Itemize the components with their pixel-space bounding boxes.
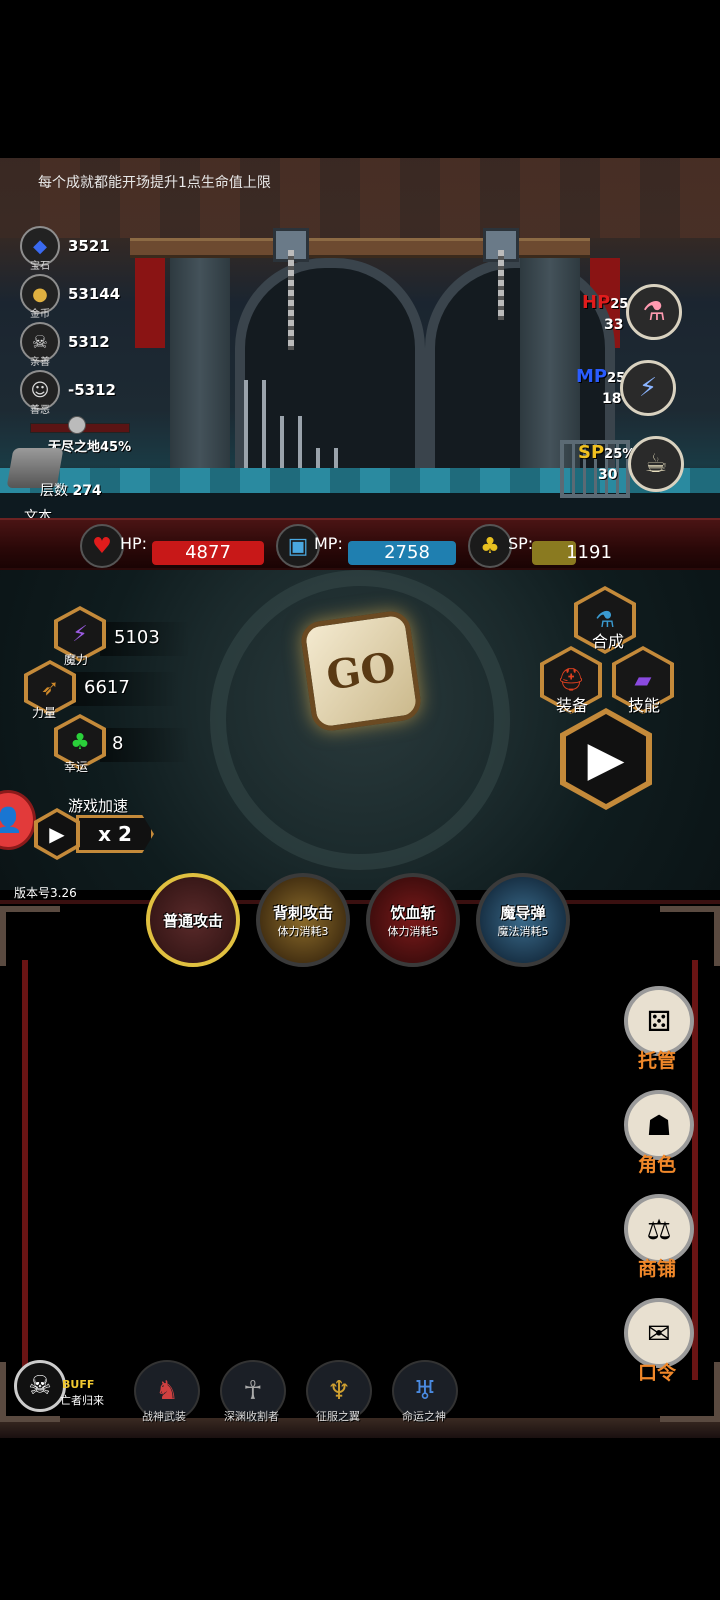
shop-icon: ⚖ <box>646 1212 672 1246</box>
code-label: 口令 <box>638 1362 677 1384</box>
skill-name: 魔导弹 <box>500 903 546 922</box>
equipment-name: 深渊收割者 <box>224 1410 279 1423</box>
panel-frame-bottom <box>0 1418 720 1438</box>
buff-skull-icon[interactable]: ☠ <box>14 1360 66 1412</box>
mp-value: 2758 <box>384 542 430 563</box>
speed-value[interactable]: x 2 <box>76 815 154 853</box>
play-icon: ▶ <box>38 812 76 856</box>
coin-icon: ● 金币 <box>20 274 60 320</box>
magic-label: 魔力 <box>64 653 89 667</box>
battle-log-panel <box>0 900 720 1440</box>
equipment-name: 命运之神 <box>402 1410 446 1423</box>
character-label: 角色 <box>638 1154 677 1176</box>
scene-chain <box>498 250 504 320</box>
heart-icon: ♥ <box>80 524 124 568</box>
muscle-icon: ♣ <box>468 524 512 568</box>
buff-title: BUFF <box>62 1378 95 1391</box>
skill-normal-attack[interactable]: 普通攻击 <box>146 873 240 967</box>
knight-icon: ♞ <box>155 1376 179 1406</box>
hood-icon: ☗ <box>646 1108 672 1142</box>
equipment-name: 战神武装 <box>142 1410 186 1423</box>
speed-label: 游戏加速 <box>68 797 129 815</box>
skill-name: 背刺攻击 <box>272 903 333 922</box>
strength-value: 6617 <box>84 677 130 698</box>
skill-backstab[interactable]: 背刺攻击 体力消耗3 <box>256 873 350 967</box>
frame-corner <box>0 906 60 966</box>
skill-cost: 魔法消耗5 <box>497 924 549 938</box>
scroll-icon: ✉ <box>647 1316 671 1350</box>
sp-potion-count: 30 <box>598 467 618 483</box>
skill-cost: 体力消耗5 <box>387 924 439 938</box>
kindness-value: 5312 <box>68 333 110 351</box>
wings-icon: ♆ <box>327 1376 351 1406</box>
sp-value: 1191 <box>566 542 612 563</box>
spike <box>262 380 266 480</box>
food-icon: ☕ <box>644 449 668 479</box>
layer-count: 层数 274 <box>40 483 102 499</box>
skill-magic-missile[interactable]: 魔导弹 魔法消耗5 <box>476 873 570 967</box>
tip-text: 每个成就都能开场提升1点生命值上限 <box>38 175 271 191</box>
dice-label: GO <box>323 642 399 700</box>
gem-icon: ◆ 宝石 <box>20 226 60 272</box>
frame-corner <box>660 906 720 966</box>
karma-value: -5312 <box>68 381 116 399</box>
fate-icon: ♅ <box>413 1376 437 1406</box>
sp-label: SP: <box>508 534 534 553</box>
skill-name: 普通攻击 <box>162 911 223 930</box>
magic-value: 5103 <box>114 627 160 648</box>
resource-karma[interactable]: ☺ 善恶 -5312 <box>20 370 116 416</box>
resource-kindness[interactable]: ☠ 亲善 5312 <box>20 322 110 368</box>
mp-potion-count: 18 <box>602 391 622 407</box>
hp-label: HP: <box>120 534 148 553</box>
gem-value: 3521 <box>68 237 110 255</box>
spike <box>244 380 248 480</box>
potion-icon: ⚡ <box>638 373 658 403</box>
reaper-icon: ☥ <box>243 1376 263 1406</box>
sp-food-button[interactable]: ☕ <box>628 436 684 492</box>
shop-label: 商铺 <box>638 1258 677 1280</box>
skull-icon <box>68 416 86 434</box>
skull-icon: ☠ 亲善 <box>20 322 60 368</box>
version-label: 版本号3.26 <box>14 886 77 900</box>
dice-icon: ⚄ <box>646 1004 672 1038</box>
hp-value: 4877 <box>185 542 231 563</box>
skill-label: 技能 <box>628 696 661 715</box>
game-screen: 每个成就都能开场提升1点生命值上限 ◆ 宝石 3521 ● 金币 53144 ☠ 亲善… <box>0 0 720 1600</box>
skill-blood-slash[interactable]: 饮血斩 体力消耗5 <box>366 873 460 967</box>
hp-potion-count: 33 <box>604 317 624 333</box>
go-dice-button[interactable]: GO <box>298 608 424 734</box>
hp-potion-button[interactable]: ⚗ <box>626 284 682 340</box>
skill-name: 饮血斩 <box>390 903 436 922</box>
luck-value: 8 <box>112 733 124 754</box>
sp-potion-label: SP25% <box>578 442 636 463</box>
skill-cost: 体力消耗3 <box>277 924 329 938</box>
coin-value: 53144 <box>68 285 121 303</box>
scene-pillar <box>170 258 230 498</box>
potion-icon: ⚗ <box>642 297 666 327</box>
resource-gem[interactable]: ◆ 宝石 3521 <box>20 226 110 272</box>
mp-potion-button[interactable]: ⚡ <box>620 360 676 416</box>
luck-label: 幸运 <box>64 760 89 774</box>
buff-name: 亡者归来 <box>60 1394 104 1407</box>
scene-banner <box>135 258 165 348</box>
equip-label: 装备 <box>556 696 589 715</box>
mask-icon: ☺ 善恶 <box>20 370 60 416</box>
scene-bricks <box>130 238 590 258</box>
scene-chain <box>288 250 294 350</box>
craft-label: 合成 <box>592 632 625 651</box>
strength-label: 力量 <box>32 706 57 720</box>
equipment-name: 征服之翼 <box>316 1410 360 1423</box>
play-icon: ▶ <box>566 714 646 804</box>
resource-coin[interactable]: ● 金币 53144 <box>20 274 121 320</box>
mp-label: MP: <box>314 534 343 553</box>
panel-frame <box>22 960 28 1380</box>
auto-play-label: 托管 <box>638 1050 677 1072</box>
